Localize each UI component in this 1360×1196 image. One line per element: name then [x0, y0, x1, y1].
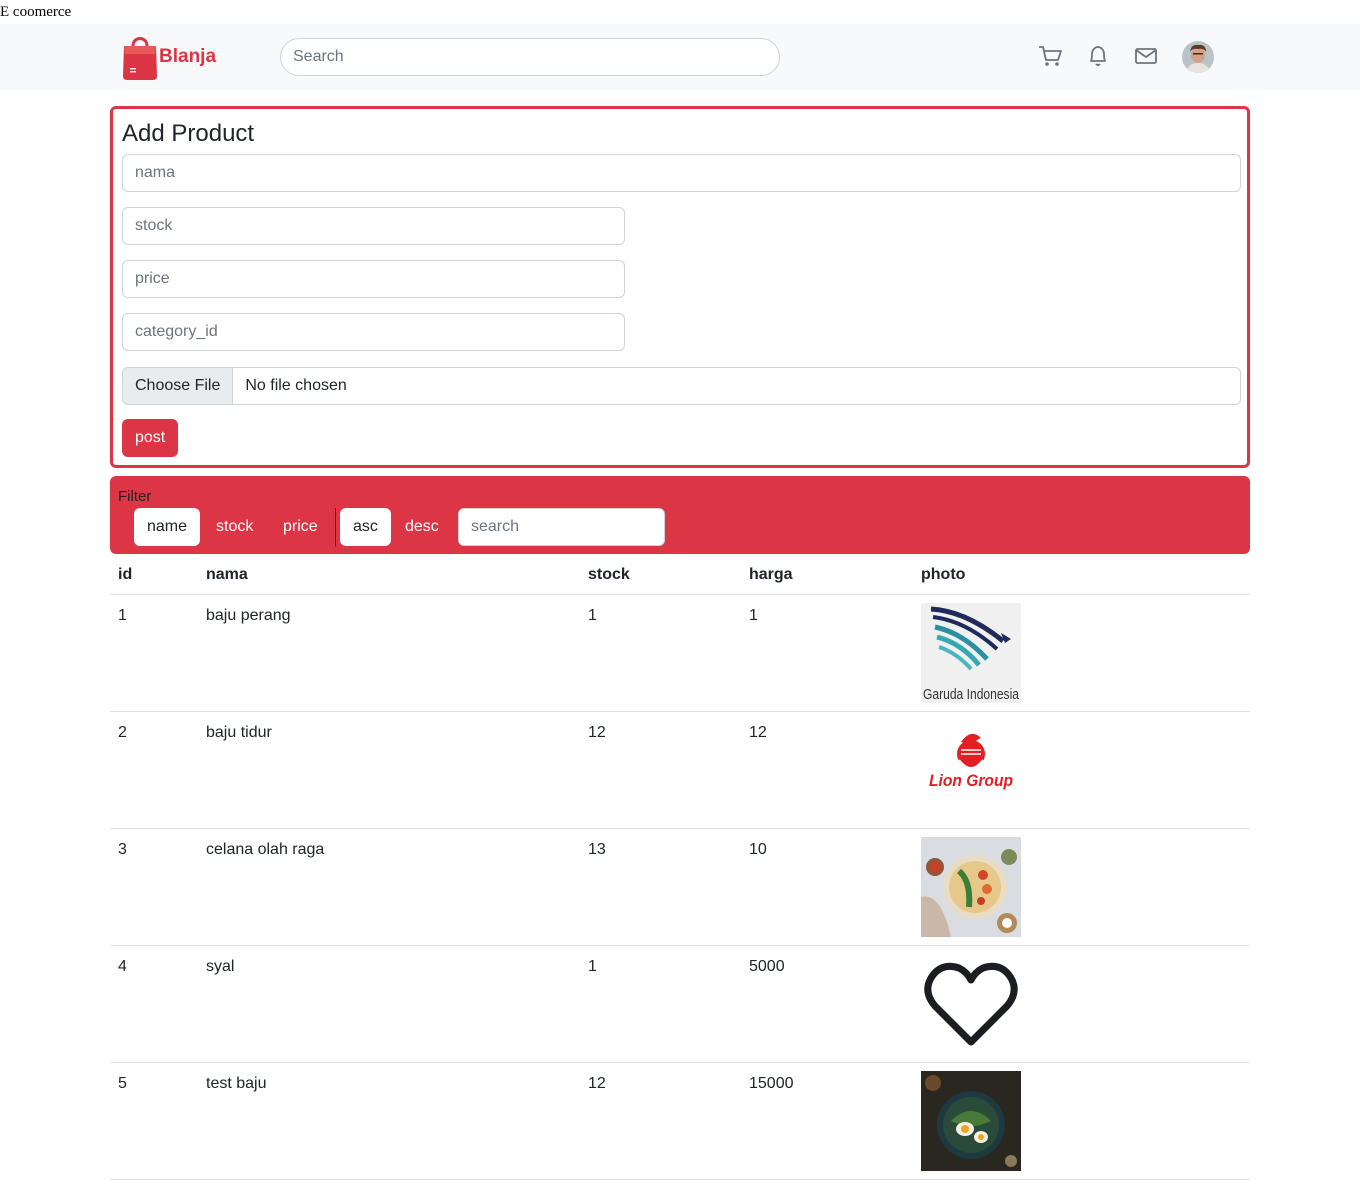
- choose-file-button[interactable]: Choose File: [123, 368, 234, 404]
- order-desc-button[interactable]: desc: [392, 508, 452, 546]
- cell-stock: 1: [588, 607, 597, 624]
- table-row: 1 baju perang 1 1 Garuda Indonesia: [110, 595, 1250, 712]
- order-asc-button[interactable]: asc: [340, 508, 391, 546]
- product-table: id nama stock harga photo 1 baju perang …: [110, 556, 1250, 1180]
- sort-name-button[interactable]: name: [134, 508, 201, 546]
- filter-divider: [335, 508, 336, 546]
- table-row: 5 test baju 12 15000: [110, 1063, 1250, 1180]
- search-input[interactable]: Search: [280, 38, 780, 76]
- filter-search-input[interactable]: search: [458, 508, 665, 546]
- brand-logo[interactable]: Blanja: [121, 32, 216, 82]
- sort-price-button[interactable]: price: [270, 508, 331, 546]
- category-id-input[interactable]: category_id: [122, 313, 625, 351]
- navbar: Blanja Search: [0, 24, 1360, 90]
- product-photo-food-bowl: [921, 837, 1021, 937]
- avatar-image: [1182, 41, 1214, 73]
- file-input[interactable]: Choose File No file chosen: [122, 367, 1241, 405]
- header-photo: photo: [921, 566, 966, 583]
- cell-harga: 12: [749, 724, 767, 741]
- cell-harga: 5000: [749, 958, 785, 975]
- cell-harga: 10: [749, 841, 767, 858]
- product-photo-food-plate: [921, 1071, 1021, 1171]
- bell-icon[interactable]: [1085, 43, 1111, 69]
- filter-bar: Filter name stock price asc desc search: [110, 476, 1250, 554]
- cell-nama: test baju: [206, 1075, 267, 1092]
- product-photo-garuda: Garuda Indonesia: [921, 603, 1021, 703]
- cell-stock: 12: [588, 1075, 606, 1092]
- cart-icon[interactable]: [1037, 43, 1063, 69]
- cell-id: 1: [118, 607, 127, 624]
- cell-id: 5: [118, 1075, 127, 1092]
- cell-id: 2: [118, 724, 127, 741]
- mail-icon[interactable]: [1133, 43, 1159, 69]
- price-input[interactable]: price: [122, 260, 625, 298]
- cell-nama: baju perang: [206, 607, 291, 624]
- add-product-form: Add Product nama stock price category_id…: [110, 106, 1250, 468]
- nama-input[interactable]: nama: [122, 154, 1241, 192]
- cell-nama: syal: [206, 958, 235, 975]
- post-button[interactable]: post: [122, 419, 179, 457]
- cell-harga: 15000: [749, 1075, 794, 1092]
- header-harga: harga: [749, 566, 793, 583]
- filter-label: Filter: [118, 488, 152, 505]
- header-stock: stock: [588, 566, 630, 583]
- cell-nama: baju tidur: [206, 724, 272, 741]
- product-photo-heart: [921, 954, 1021, 1054]
- sort-stock-button[interactable]: stock: [203, 508, 266, 546]
- cell-harga: 1: [749, 607, 758, 624]
- stock-input[interactable]: stock: [122, 207, 625, 245]
- svg-text:Lion Group: Lion Group: [929, 771, 1013, 790]
- form-title: Add Product: [122, 120, 255, 147]
- shopping-bag-icon: [123, 37, 157, 80]
- cell-id: 4: [118, 958, 127, 975]
- table-row: 3 celana olah raga 13 10: [110, 829, 1250, 946]
- avatar[interactable]: [1182, 41, 1214, 73]
- cell-id: 3: [118, 841, 127, 858]
- header-nama: nama: [206, 566, 248, 583]
- svg-text:Garuda Indonesia: Garuda Indonesia: [923, 686, 1020, 703]
- brand-name: Blanja: [159, 46, 217, 67]
- cell-stock: 12: [588, 724, 606, 741]
- cell-stock: 1: [588, 958, 597, 975]
- cell-stock: 13: [588, 841, 606, 858]
- product-photo-lion: Lion Group: [921, 720, 1021, 820]
- table-row: 2 baju tidur 12 12 Lion Group: [110, 712, 1250, 829]
- table-row: 4 syal 1 5000: [110, 946, 1250, 1063]
- file-status: No file chosen: [245, 377, 347, 394]
- cell-nama: celana olah raga: [206, 841, 325, 858]
- page-caption: E coomerce: [0, 4, 72, 20]
- header-id: id: [118, 566, 133, 583]
- table-header: id nama stock harga photo: [110, 556, 1250, 595]
